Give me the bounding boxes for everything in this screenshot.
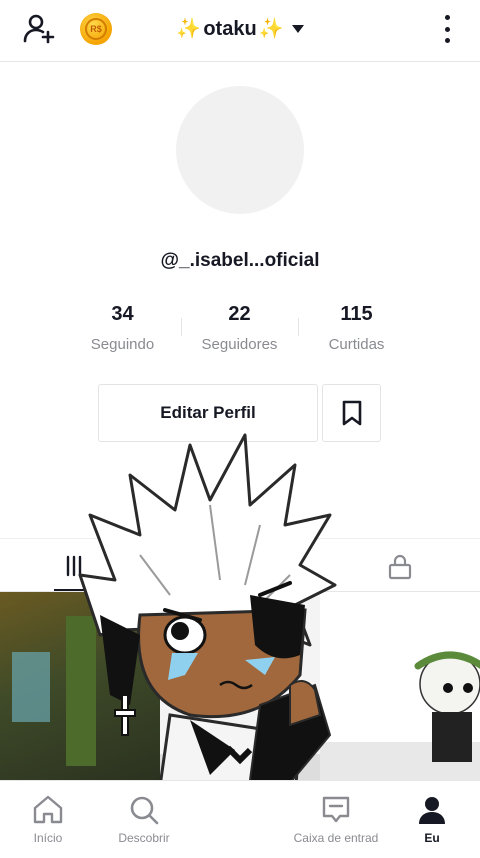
edit-profile-button[interactable]: Editar Perfil	[98, 384, 318, 442]
more-vertical-icon[interactable]	[436, 12, 458, 46]
account-switcher[interactable]: ✨ otaku ✨	[0, 14, 480, 44]
tab-videos[interactable]	[54, 551, 94, 591]
tab-private[interactable]	[386, 553, 414, 581]
video-grid	[0, 592, 480, 780]
stat-value: 115	[340, 303, 373, 325]
stat-value: 22	[228, 303, 251, 325]
lock-icon	[388, 554, 412, 580]
nav-inbox[interactable]: Caixa de entrad	[288, 781, 384, 858]
stat-label: Curtidas	[328, 336, 385, 353]
nav-label: Início	[33, 831, 63, 845]
video-thumbnail[interactable]	[0, 592, 160, 780]
inbox-icon	[322, 796, 350, 823]
stat-likes: 115 Curtidas	[298, 300, 415, 360]
search-icon	[130, 796, 159, 825]
profile-tabs	[0, 538, 480, 592]
stat-value: 34	[111, 303, 134, 325]
home-icon	[33, 795, 63, 824]
nav-discover[interactable]: Descobrir	[96, 781, 192, 858]
nav-create[interactable]	[192, 781, 288, 858]
videos-grid-icon	[66, 555, 82, 577]
username: @_.isabel...oficial	[160, 250, 320, 271]
caret-down-icon	[291, 25, 304, 33]
nav-label: Descobrir	[118, 831, 170, 845]
video-thumbnail[interactable]	[160, 592, 320, 780]
stat-label: Seguindo	[90, 336, 155, 353]
tab-active-indicator	[54, 589, 94, 591]
stat-following[interactable]: 34 Seguindo	[64, 300, 181, 360]
nav-label: Eu	[424, 831, 440, 845]
nav-home[interactable]: Início	[0, 781, 96, 858]
bookmark-icon	[342, 400, 361, 426]
nav-label: Caixa de entrad	[293, 831, 379, 845]
video-thumbnail[interactable]	[320, 592, 480, 780]
stat-followers[interactable]: 22 Seguidores	[181, 300, 298, 360]
stat-label: Seguidores	[201, 336, 278, 353]
nav-me[interactable]: Eu	[384, 781, 480, 858]
top-bar: R$ ✨ otaku ✨	[0, 0, 480, 62]
favorites-button[interactable]	[322, 384, 381, 442]
sparkle-icon: ✨	[258, 18, 284, 40]
profile-stats: 34 Seguindo 22 Seguidores 115 Curtidas	[64, 300, 416, 360]
bottom-navigation: Início Descobrir Caixa de entrad Eu	[0, 780, 480, 858]
create-icon	[223, 793, 257, 827]
page-title: otaku	[203, 18, 257, 40]
profile-icon	[419, 797, 445, 824]
sparkle-icon: ✨	[176, 18, 202, 40]
avatar[interactable]	[176, 86, 304, 214]
